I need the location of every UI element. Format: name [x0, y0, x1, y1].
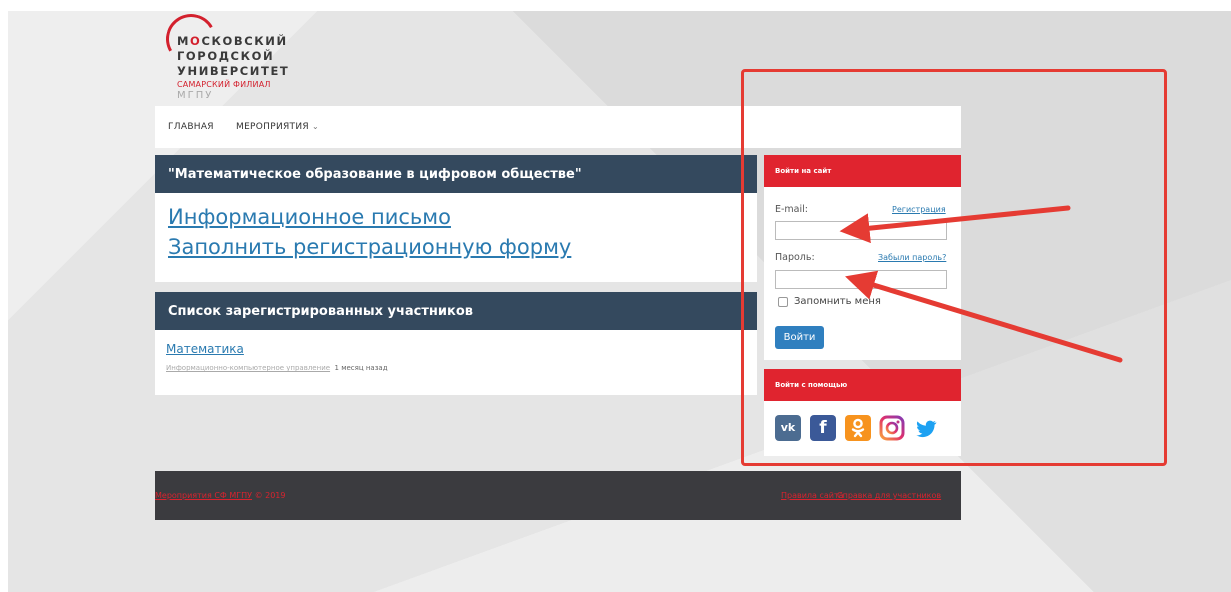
footer-help-link[interactable]: Справка для участников [837, 491, 941, 500]
logo-subtitle: САМАРСКИЙ ФИЛИАЛ [177, 80, 271, 89]
event-title-header: "Математическое образование в цифровом о… [155, 155, 757, 193]
event-links-panel: Информационное письмо Заполнить регистра… [155, 193, 757, 282]
logo-abbreviation: МГПУ [177, 90, 214, 101]
university-logo[interactable]: МОСКОВСКИЙ ГОРОДСКОЙ УНИВЕРСИТЕТ САМАРСК… [160, 8, 302, 104]
category-link[interactable]: Информационно-компьютерное управление [166, 364, 330, 372]
annotation-highlight-box [741, 69, 1167, 466]
nav-item-events[interactable]: МЕРОПРИЯТИЯ ⌄ [236, 122, 319, 132]
list-item-meta: Информационно-компьютерное управление 1 … [166, 364, 388, 372]
nav-item-home[interactable]: ГЛАВНАЯ [168, 122, 214, 132]
screen-edge-left [0, 0, 8, 592]
registration-form-link[interactable]: Заполнить регистрационную форму [168, 235, 571, 259]
footer-events-link[interactable]: Мероприятия СФ МГПУ [155, 491, 252, 500]
chevron-down-icon: ⌄ [311, 122, 319, 131]
nav-item-events-label: МЕРОПРИЯТИЯ [236, 122, 309, 132]
footer-left: Мероприятия СФ МГПУ © 2019 [155, 491, 285, 500]
logo-line-1-rest: СКОВСКИЙ [201, 34, 288, 48]
logo-letter-m: М [177, 34, 191, 48]
time-ago: 1 месяц назад [334, 364, 388, 372]
screen-edge-top [0, 0, 1231, 11]
info-letter-link[interactable]: Информационное письмо [168, 205, 451, 229]
site-footer: Мероприятия СФ МГПУ © 2019 Правила сайта… [155, 471, 961, 520]
participants-header: Список зарегистрированных участников [155, 292, 757, 330]
logo-letter-o: О [190, 34, 202, 48]
logo-line-3: УНИВЕРСИТЕТ [177, 64, 290, 78]
subject-link[interactable]: Математика [166, 342, 244, 356]
participants-title: Список зарегистрированных участников [168, 304, 473, 319]
participants-panel: Математика Информационно-компьютерное уп… [155, 330, 757, 395]
logo-line-1: МОСКОВСКИЙ [177, 34, 288, 48]
logo-line-2: ГОРОДСКОЙ [177, 49, 275, 63]
event-title: "Математическое образование в цифровом о… [168, 167, 582, 182]
footer-rules-link[interactable]: Правила сайта [781, 491, 844, 500]
footer-copyright: © 2019 [254, 491, 286, 500]
